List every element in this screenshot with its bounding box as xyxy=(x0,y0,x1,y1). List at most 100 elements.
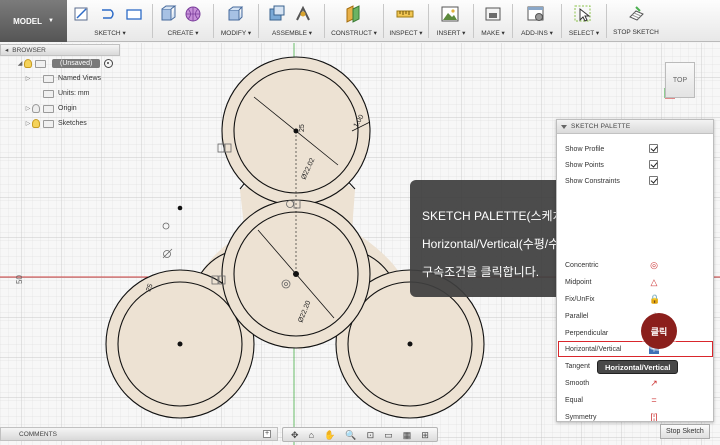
chevron-down-icon: ▼ xyxy=(47,18,54,24)
scripts-icon[interactable] xyxy=(527,5,545,23)
palette-row-fix-unfix[interactable]: Fix/UnFix 🔒 xyxy=(565,292,705,306)
palette-row-parallel[interactable]: Parallel ⫽ xyxy=(565,309,705,323)
sketch-palette: SKETCH PALETTE Show Profile Show Points … xyxy=(556,119,714,422)
view-cube-face[interactable]: TOP xyxy=(665,62,695,98)
select-group[interactable]: SELECT ▾ xyxy=(564,0,604,42)
symmetry-icon[interactable]: [¦] xyxy=(649,412,659,421)
display-settings-icon[interactable]: ▭ xyxy=(384,429,393,441)
assemble-group[interactable]: ASSEMBLE ▾ xyxy=(262,0,322,42)
visibility-bulb-icon[interactable] xyxy=(24,59,32,68)
midpoint-icon[interactable]: △ xyxy=(649,277,659,287)
line-icon[interactable] xyxy=(99,5,117,23)
palette-row-smooth[interactable]: Smooth ↗ xyxy=(565,376,705,390)
browser-item-named-views[interactable]: ▷ Named Views xyxy=(0,71,120,86)
palette-row-label: Show Profile xyxy=(565,145,605,153)
palette-row-symmetry[interactable]: Symmetry [¦] xyxy=(565,410,705,421)
show-points-checkbox[interactable] xyxy=(649,160,658,169)
palette-row-label: Show Points xyxy=(565,161,604,169)
addins-group[interactable]: ADD-INS ▾ xyxy=(515,0,559,42)
show-profile-checkbox[interactable] xyxy=(649,144,658,153)
make-group[interactable]: MAKE ▾ xyxy=(476,0,510,42)
sketch-point[interactable] xyxy=(177,205,183,211)
document-icon xyxy=(43,89,54,98)
palette-row-label: Perpendicular xyxy=(565,329,609,337)
palette-row-show-profile[interactable]: Show Profile xyxy=(565,142,705,156)
show-constraints-checkbox[interactable] xyxy=(649,176,658,185)
sketch-group[interactable]: SKETCH ▾ xyxy=(70,0,150,42)
create-sketch-icon[interactable] xyxy=(73,5,91,23)
folder-icon xyxy=(43,104,54,113)
tree-expand-icon[interactable]: ▷ xyxy=(24,105,32,112)
palette-row-label: Midpoint xyxy=(565,278,592,286)
form-icon[interactable] xyxy=(184,5,202,23)
construct-group[interactable]: CONSTRUCT ▾ xyxy=(327,0,381,42)
joint-icon[interactable] xyxy=(294,5,312,23)
zoom-icon[interactable]: 🔍 xyxy=(345,429,356,441)
activate-target-icon[interactable] xyxy=(104,59,114,68)
insert-menu-label: INSERT xyxy=(436,30,461,37)
tree-expand-icon[interactable]: ▷ xyxy=(24,120,32,127)
palette-row-show-constraints[interactable]: Show Constraints xyxy=(565,174,705,188)
lock-icon[interactable]: 🔒 xyxy=(649,294,660,304)
fit-icon[interactable]: ⊡ xyxy=(367,429,375,441)
rectangle-icon[interactable] xyxy=(125,5,143,23)
folder-icon xyxy=(43,119,54,128)
palette-row-label: Concentric xyxy=(565,261,599,269)
press-pull-icon[interactable] xyxy=(226,5,244,23)
palette-row-show-points[interactable]: Show Points xyxy=(565,158,705,172)
smooth-icon[interactable]: ↗ xyxy=(649,378,659,388)
create-menu-label: CREATE xyxy=(167,30,194,37)
visibility-bulb-icon[interactable] xyxy=(32,104,40,113)
center-point-right[interactable] xyxy=(407,341,413,347)
browser-header[interactable]: ◂ BROWSER xyxy=(0,44,120,56)
insert-image-icon[interactable] xyxy=(441,5,459,23)
browser-item-label: Origin xyxy=(58,105,77,112)
stop-sketch-icon[interactable] xyxy=(627,5,645,23)
visibility-bulb-icon[interactable] xyxy=(32,119,40,128)
look-at-icon[interactable]: ⌂ xyxy=(309,429,314,441)
collapse-icon[interactable]: ◂ xyxy=(5,46,8,54)
browser-item-sketches[interactable]: ▷ Sketches xyxy=(0,116,120,131)
palette-row-equal[interactable]: Equal = xyxy=(565,393,705,407)
insert-group[interactable]: INSERT ▾ xyxy=(431,0,471,42)
stop-sketch-group[interactable]: STOP SKETCH xyxy=(609,0,663,42)
concentric-icon[interactable]: ◎ xyxy=(649,260,659,270)
sketch-palette-header[interactable]: SKETCH PALETTE xyxy=(557,120,713,134)
palette-row-perpendicular[interactable]: Perpendicular ⊥ xyxy=(565,326,705,340)
collapse-icon[interactable] xyxy=(561,124,567,129)
pan-icon[interactable]: ✋ xyxy=(324,429,335,441)
axis-label: 50 xyxy=(15,275,24,284)
browser-root[interactable]: ◢ (Unsaved) xyxy=(0,56,120,71)
stop-sketch-button[interactable]: Stop Sketch xyxy=(660,424,710,439)
modify-menu-label: MODIFY xyxy=(220,30,247,37)
tree-expand-icon[interactable]: ◢ xyxy=(16,60,24,67)
document-icon xyxy=(35,59,46,68)
add-comment-icon[interactable]: + xyxy=(263,430,271,438)
palette-row-concentric[interactable]: Concentric ◎ xyxy=(565,258,705,272)
dimension-text-vertical[interactable]: 25 xyxy=(299,124,306,132)
select-arrow-icon[interactable] xyxy=(574,5,592,23)
view-cube[interactable]: TOP xyxy=(661,58,701,102)
palette-row-midpoint[interactable]: Midpoint △ xyxy=(565,275,705,289)
orbit-icon[interactable]: ✥ xyxy=(291,429,299,441)
extrude-icon[interactable] xyxy=(159,5,177,23)
equal-icon[interactable]: = xyxy=(649,395,659,405)
new-component-icon[interactable] xyxy=(268,5,286,23)
modify-group[interactable]: MODIFY ▾ xyxy=(216,0,256,42)
create-group[interactable]: CREATE ▾ xyxy=(156,0,210,42)
tree-expand-icon[interactable]: ▷ xyxy=(24,75,32,82)
browser-item-origin[interactable]: ▷ Origin xyxy=(0,101,120,116)
viewports-icon[interactable]: ⊞ xyxy=(421,429,429,441)
3d-print-icon[interactable] xyxy=(484,5,502,23)
offset-plane-icon[interactable] xyxy=(344,5,362,23)
comments-panel[interactable]: COMMENTS + xyxy=(0,427,278,441)
inspect-group[interactable]: INSPECT ▾ xyxy=(386,0,426,42)
addins-menu-label: ADD-INS xyxy=(521,30,548,37)
workspace-mode-button[interactable]: MODEL ▼ xyxy=(0,0,67,42)
browser-item-label: Sketches xyxy=(58,120,87,127)
measure-icon[interactable] xyxy=(396,5,414,23)
grid-settings-icon[interactable]: ▦ xyxy=(403,429,412,441)
center-point-left[interactable] xyxy=(177,341,183,347)
palette-row-label: Equal xyxy=(565,396,583,404)
browser-item-units[interactable]: Units: mm xyxy=(0,86,120,101)
